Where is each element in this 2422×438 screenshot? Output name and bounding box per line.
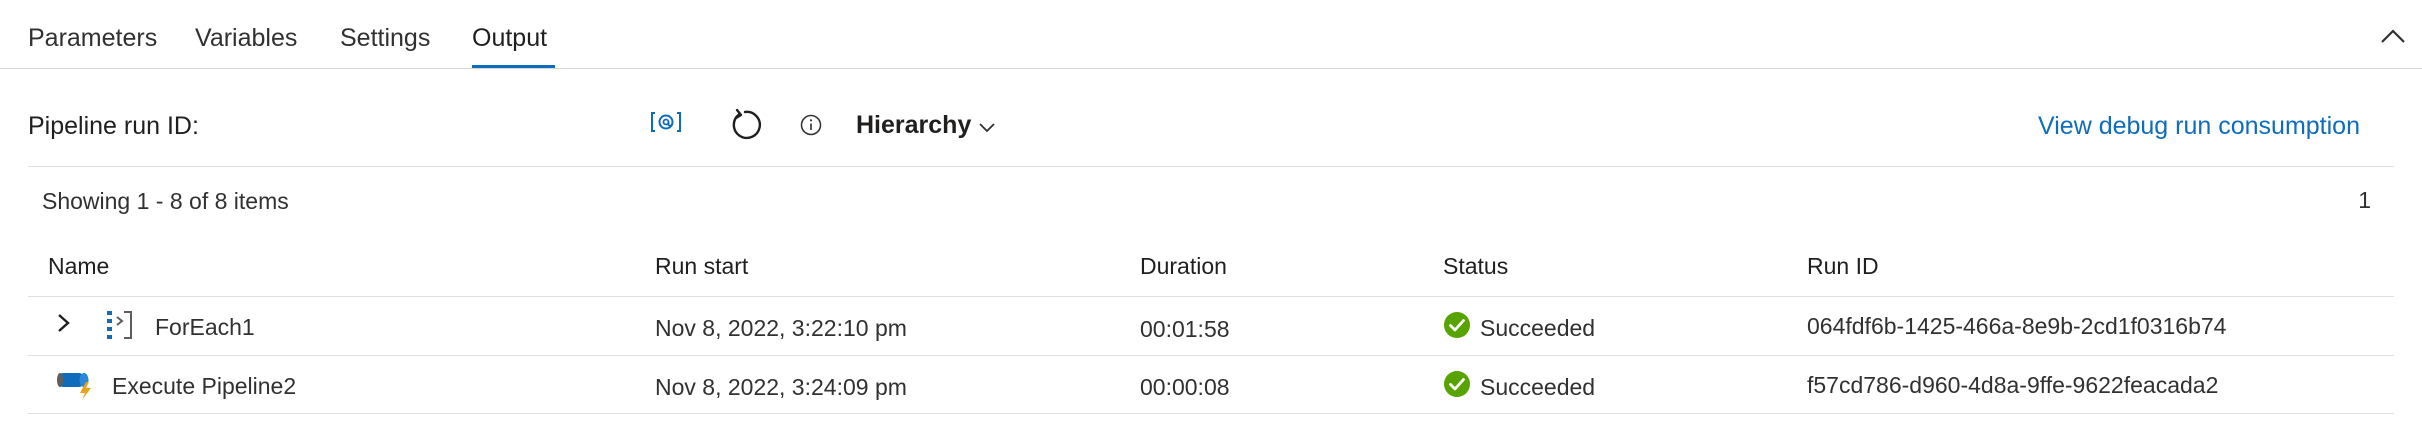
foreach-activity-icon	[107, 311, 132, 339]
view-debug-run-consumption-link[interactable]: View debug run consumption	[2038, 112, 2360, 141]
toolbar-divider	[28, 166, 2394, 167]
refresh-icon[interactable]	[728, 108, 762, 142]
column-header-run-start[interactable]: Run start	[655, 253, 748, 280]
row-status: Succeeded	[1480, 315, 1596, 341]
row-divider	[28, 355, 2394, 356]
tab-output[interactable]: Output	[472, 24, 547, 53]
row-duration: 00:00:08	[1140, 374, 1230, 400]
info-icon[interactable]	[800, 114, 822, 136]
row-run-start: Nov 8, 2022, 3:22:10 pm	[655, 315, 907, 341]
row-run-id[interactable]: 064fdf6b-1425-466a-8e9b-2cd1f0316b74	[1807, 313, 2226, 340]
row-divider	[28, 413, 2394, 414]
table-header-divider	[28, 296, 2394, 297]
active-tab-indicator	[472, 65, 555, 68]
row-duration: 00:01:58	[1140, 316, 1230, 342]
column-header-name[interactable]: Name	[48, 253, 109, 280]
chevron-right-icon[interactable]	[52, 312, 74, 334]
tab-settings[interactable]: Settings	[340, 24, 430, 53]
row-name[interactable]: Execute Pipeline2	[112, 373, 296, 400]
items-count: Showing 1 - 8 of 8 items	[42, 188, 289, 214]
page-number[interactable]: 1	[2358, 187, 2371, 214]
chevron-up-icon[interactable]	[2378, 22, 2408, 52]
copy-run-id-icon[interactable]	[650, 111, 682, 133]
pipeline-run-id-label: Pipeline run ID:	[28, 112, 199, 140]
column-header-run-id[interactable]: Run ID	[1807, 253, 1879, 280]
row-run-id[interactable]: f57cd786-d960-4d8a-9ffe-9622feacada2	[1807, 372, 2218, 399]
tab-variables[interactable]: Variables	[195, 24, 297, 53]
tab-bar: Parameters Variables Settings Output	[0, 0, 2422, 69]
success-check-icon	[1444, 312, 1470, 338]
chevron-down-icon[interactable]	[976, 117, 998, 139]
row-status: Succeeded	[1480, 374, 1596, 400]
column-header-status[interactable]: Status	[1443, 253, 1508, 280]
column-header-duration[interactable]: Duration	[1140, 253, 1227, 280]
row-name[interactable]: ForEach1	[155, 314, 255, 341]
tab-parameters[interactable]: Parameters	[28, 24, 157, 53]
row-run-start: Nov 8, 2022, 3:24:09 pm	[655, 374, 907, 400]
success-check-icon	[1444, 371, 1470, 397]
execute-pipeline-icon	[57, 373, 91, 400]
view-mode-dropdown[interactable]: Hierarchy	[856, 111, 971, 140]
